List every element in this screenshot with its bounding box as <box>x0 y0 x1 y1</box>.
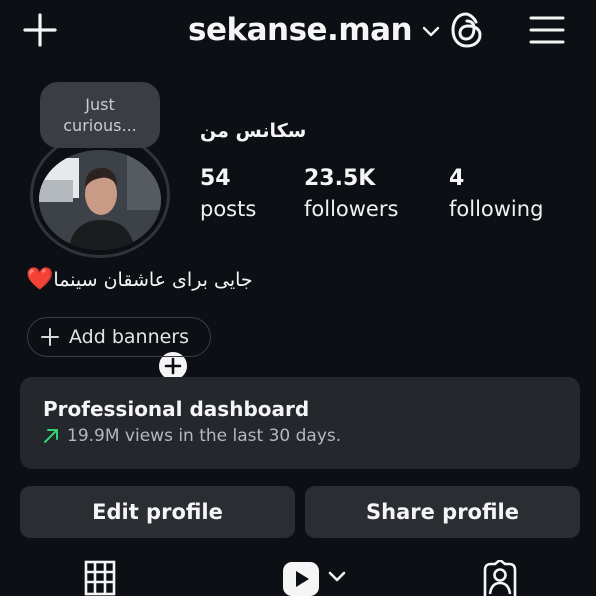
edit-profile-button[interactable]: Edit profile <box>20 486 295 538</box>
avatar <box>39 150 161 250</box>
top-bar: sekanse.man <box>0 0 596 60</box>
trend-up-arrow-icon <box>44 429 58 443</box>
following-count: 4 <box>449 166 465 191</box>
chevron-down-icon <box>422 26 440 37</box>
bio-text: جایی برای عاشقان سینما <box>53 269 253 291</box>
professional-dashboard[interactable]: Professional dashboard 19.9M views in th… <box>20 377 580 469</box>
stat-posts[interactable]: 54 posts <box>200 165 256 225</box>
tagged-icon[interactable] <box>481 558 519 596</box>
stat-following[interactable]: 4 following <box>449 165 543 225</box>
followers-count: 23.5K <box>304 166 376 191</box>
display-name: سکانس من <box>200 120 307 142</box>
following-label: following <box>449 197 544 221</box>
reels-icon[interactable] <box>282 560 350 596</box>
create-plus-icon[interactable] <box>18 8 62 52</box>
dashboard-summary: 19.9M views in the last 30 days. <box>43 426 580 446</box>
followers-label: followers <box>304 197 399 221</box>
share-profile-button[interactable]: Share profile <box>305 486 580 538</box>
posts-count: 54 <box>200 166 231 191</box>
note-bubble[interactable]: Just curious... <box>40 82 160 148</box>
add-banners-label: Add banners <box>69 326 190 348</box>
dashboard-title: Professional dashboard <box>43 397 310 421</box>
add-banners-button[interactable]: Add banners <box>27 317 211 357</box>
profile-tab-bar <box>0 556 596 596</box>
plus-icon <box>41 328 59 346</box>
grid-icon[interactable] <box>84 560 116 596</box>
stat-followers[interactable]: 23.5K followers <box>304 165 398 225</box>
hamburger-menu-icon[interactable] <box>526 8 568 52</box>
heart-emoji: ❤️ <box>26 267 54 292</box>
threads-icon[interactable] <box>445 8 489 52</box>
profile-avatar[interactable] <box>30 132 190 383</box>
posts-label: posts <box>200 197 257 221</box>
dashboard-subtitle: 19.9M views in the last 30 days. <box>67 426 342 446</box>
account-switcher[interactable]: sekanse.man <box>188 8 440 52</box>
username: sekanse.man <box>188 12 413 48</box>
bio: جایی برای عاشقان سینما❤️ <box>26 267 253 292</box>
